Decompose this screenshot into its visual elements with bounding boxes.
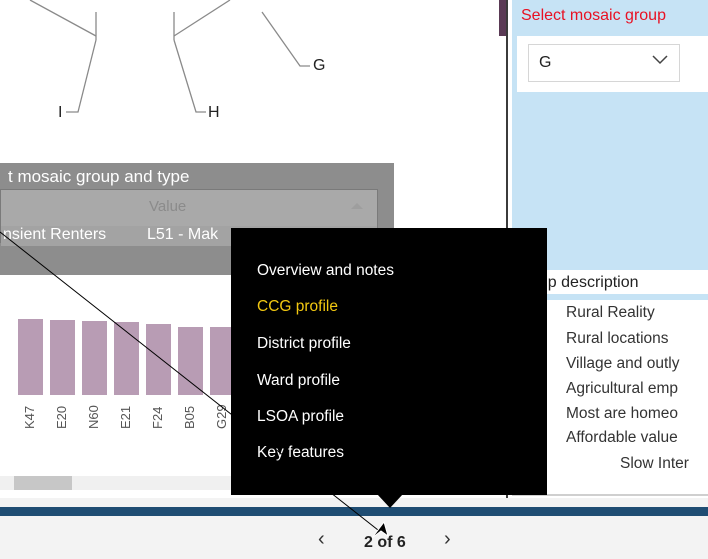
annotation-line bbox=[0, 231, 379, 531]
arrow-cursor-icon bbox=[371, 520, 389, 539]
report-canvas: G I H t mosaic group and type Value nsie… bbox=[0, 0, 708, 559]
